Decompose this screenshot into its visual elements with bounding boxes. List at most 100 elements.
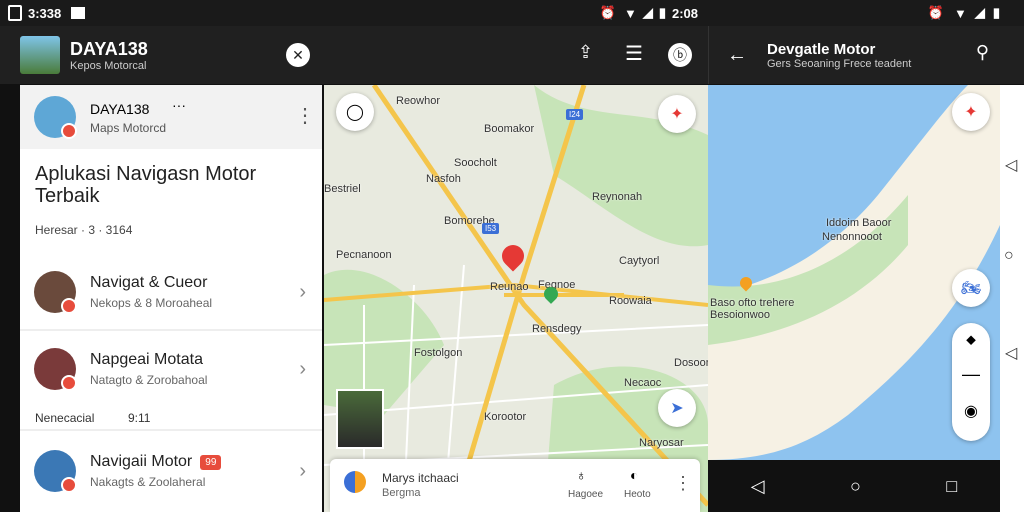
list-item[interactable]: Napgeai Motata Natagto & Zorobahoal › [20,331,322,407]
status-time-left: 3:338 [28,5,62,21]
map-label: Nenonnooot [822,231,882,243]
signal-icon: ◢ [642,5,653,20]
map-label: Baso ofto trehere [710,297,795,309]
map-label: Soocholt [454,157,497,169]
location-pin-icon[interactable]: ⚲ [976,42,989,63]
alarm-icon: ⏰ [599,5,616,20]
avatar [34,271,77,314]
map-header: ← Devgatle Motor Gers Seoaning Frece tea… [708,26,1024,84]
map-label: Bestriel [324,183,361,195]
page-subtitle: Kepos Motorcal [70,59,147,72]
back-nav-icon[interactable]: ◁ [1005,343,1017,363]
overflow-menu-icon[interactable]: ⋮ [295,103,315,128]
info-button[interactable]: ⓑ [668,43,692,67]
bottom-sub: Bergma [382,487,421,499]
compass-button[interactable]: ✦ [952,93,990,131]
section-count: 9:11 [128,411,151,425]
headline: Aplukasi Navigasn Motor Terbaik [35,163,257,207]
more-dots-icon[interactable]: ··· [172,97,186,113]
upload-button[interactable]: ⇪ [578,42,593,63]
sim-icon [8,5,22,21]
map-label: Caytyorl [619,255,660,267]
phone-icon[interactable]: ◐ [630,467,638,483]
thumbnail-image[interactable] [336,389,384,449]
app-logo [20,36,60,74]
map-label: Boomakor [484,123,535,135]
map-label: Nasfoh [426,173,461,185]
map-label: Korootor [484,411,527,423]
back-arrow-icon[interactable]: ← [727,44,747,67]
zoom-out-button[interactable]: — [952,364,990,385]
map-label: Reowhor [396,95,441,107]
map-view[interactable]: Reowhor Boomakor Soocholt Nasfoh Bestrie… [324,85,708,512]
direction-icon[interactable]: ⬥ [952,331,990,348]
map-label: Reynonah [592,191,643,203]
map-title: Devgatle Motor [767,40,876,58]
map-label: Roowaia [609,295,652,307]
list-button[interactable]: ☰ [625,41,643,66]
bottom-title: Marys itchaaci [382,471,459,485]
bottom-logo-icon [344,471,366,493]
status-time-mid: 2:08 [671,5,698,21]
status-badge: 99 [200,454,222,470]
avatar [34,450,77,493]
map-label: Reunao [490,281,529,293]
back-nav-icon[interactable]: ◁ [1005,155,1017,175]
app-header: DAYA138 Kepos Motorcal ✕ ⇪ ☰ ⓑ [0,26,708,84]
wifi-icon: ▼ [953,5,967,21]
card-meta: Heresar · 3 · 3164 [35,223,133,237]
route-shield: I24 [566,109,584,120]
alarm-icon: ⏰ [927,5,944,20]
bottom-btn-2[interactable]: Heoto [624,489,651,500]
app-sub: Maps Motorcd [90,121,167,135]
list-item-sub: Natagto & Zorobahoal [90,373,208,387]
status-bar-right: ⏰ ▼ ◢ ▮ [708,0,1024,26]
motor-mode-button[interactable]: 🏍 [952,269,990,307]
battery-icon: ▮ [658,5,666,20]
more-vert-icon[interactable]: ⋮ [674,473,692,494]
signal-icon: ◢ [974,5,985,20]
app-name: DAYA138 [90,101,150,117]
nav-bar: ◁ ○ □ [708,460,1000,512]
list-item-title: Navigaii Motor [90,453,193,470]
map-label: Pecnanoon [336,249,392,261]
home-nav-icon[interactable]: ○ [1004,247,1014,265]
side-nav: ◁ ○ ◁ [1000,85,1024,512]
map-subtitle: Gers Seoaning Frece teadent [767,57,912,70]
list-item-title: Napgeai Motata [90,351,203,368]
map-label: Besoionwoo [710,309,770,321]
list-item-sub: Nekops & 8 Moroaheal [90,296,213,310]
bottom-btn-1[interactable]: Hagoee [568,489,603,500]
satellite-map-view[interactable]: Iddoim Baoor Nenonnooot Baso ofto treher… [708,85,1000,460]
share-button[interactable]: ✕ [286,43,310,67]
mail-icon [71,7,86,19]
compass-button[interactable]: ✦ [658,95,696,133]
chevron-right-icon: › [299,280,306,303]
wifi-icon: ▼ [623,5,637,21]
map-label: Rensdegy [532,323,582,335]
list-item[interactable]: Navigat & Cueor Nekops & 8 Moroaheal › [20,255,322,331]
avatar [34,348,77,391]
recents-nav-icon[interactable]: □ [946,476,957,497]
chevron-right-icon: › [299,357,306,380]
back-nav-icon[interactable]: ◁ [751,476,765,497]
map-label: Necaoc [624,377,662,389]
list-item-title: Navigat & Cueor [90,274,208,291]
search-area-button[interactable]: ◯ [336,93,374,131]
home-nav-icon[interactable]: ○ [850,476,861,497]
app-avatar [34,96,77,139]
card-header: DAYA138 ··· Maps Motorcd ⋮ [20,85,322,149]
map-label: Iddoim Baoor [826,217,892,229]
list-item-sub: Nakagts & Zoolaheral [90,475,206,489]
status-bar-left: 3:338 ⏰ ▼ ◢ ▮ 2:08 [0,0,708,26]
list-item[interactable]: Navigaii Motor 99 Nakagts & Zoolaheral › [20,429,322,511]
locate-button[interactable]: ◉ [952,401,990,421]
page-title: DAYA138 [70,38,148,59]
map-label: Fostolgon [414,347,463,359]
zoom-control: ⬥ — ◉ [952,323,990,441]
app-card: DAYA138 ··· Maps Motorcd ⋮ Aplukasi Navi… [20,85,322,512]
navigate-button[interactable]: ➤ [658,389,696,427]
share-icon[interactable]: ♁ [576,467,587,483]
bottom-panel: Marys itchaaci Bergma ♁ Hagoee ◐ Heoto ⋮ [330,459,700,512]
section-label: Nenecacial [35,411,95,425]
